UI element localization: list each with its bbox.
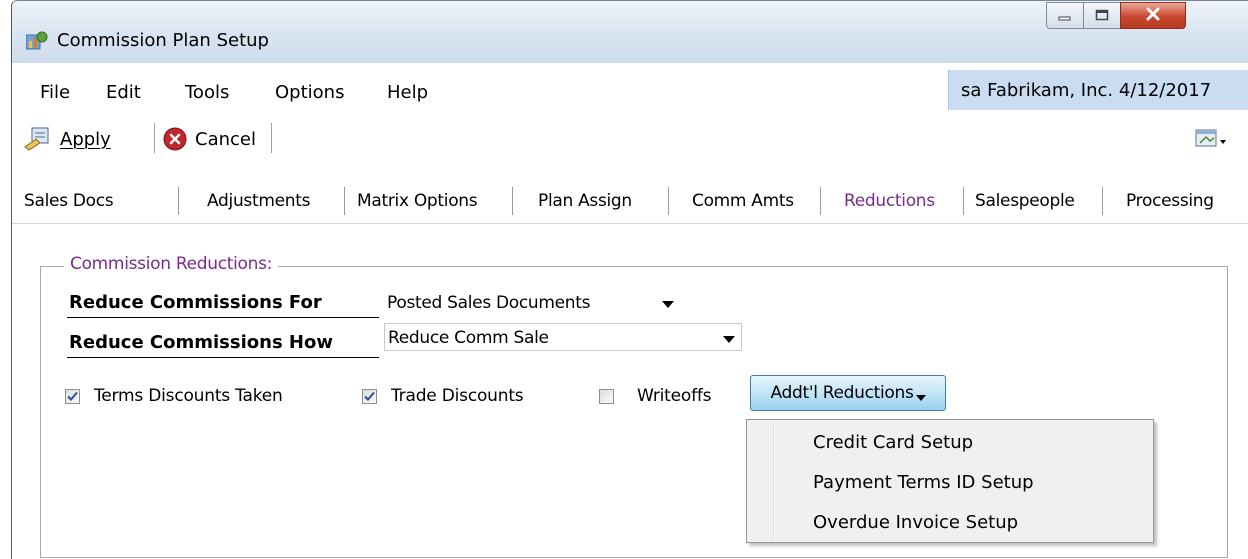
reduce-for-dropdown[interactable]: Posted Sales Documents bbox=[384, 289, 682, 317]
close-button[interactable] bbox=[1120, 2, 1186, 29]
minimize-icon bbox=[1058, 5, 1072, 26]
toolbar-separator bbox=[271, 123, 272, 153]
trade-discounts-checkbox[interactable]: Trade Discounts bbox=[362, 385, 524, 407]
tab-reductions[interactable]: Reductions bbox=[844, 191, 935, 211]
chevron-down-icon bbox=[662, 301, 674, 308]
reduce-how-value: Reduce Comm Sale bbox=[388, 328, 549, 348]
window-options-button[interactable] bbox=[1194, 125, 1228, 153]
chevron-down-icon bbox=[723, 336, 735, 343]
checkmark-icon bbox=[364, 391, 375, 401]
tab-separator bbox=[512, 187, 513, 215]
close-icon bbox=[1145, 5, 1161, 26]
menu-file[interactable]: File bbox=[40, 82, 70, 103]
trade-discounts-label: Trade Discounts bbox=[391, 386, 524, 406]
writeoffs-label: Writeoffs bbox=[637, 386, 712, 406]
reduce-how-dropdown[interactable]: Reduce Comm Sale bbox=[384, 323, 742, 351]
tab-sales-docs[interactable]: Sales Docs bbox=[24, 191, 114, 211]
menu-bar: File Edit Tools Options Help sa Fabrikam… bbox=[12, 63, 1248, 112]
checkbox-box[interactable] bbox=[362, 388, 377, 404]
maximize-icon bbox=[1095, 5, 1109, 26]
addtl-reductions-label: Addt'l Reductions bbox=[770, 383, 914, 403]
addtl-reductions-menu: Credit Card Setup Payment Terms ID Setup… bbox=[746, 419, 1154, 543]
reduce-how-label: Reduce Commissions How bbox=[69, 332, 333, 353]
tab-separator bbox=[820, 187, 821, 215]
checkbox-box[interactable] bbox=[65, 388, 80, 404]
toolbar: Apply Cancel bbox=[12, 111, 1248, 162]
toolbar-separator bbox=[154, 123, 155, 153]
menu-edit[interactable]: Edit bbox=[106, 82, 141, 103]
apply-button[interactable]: Apply bbox=[24, 125, 111, 153]
window-title: Commission Plan Setup bbox=[57, 30, 269, 51]
cancel-icon bbox=[163, 127, 187, 151]
title-bar[interactable]: Commission Plan Setup bbox=[12, 1, 1248, 63]
checkmark-icon bbox=[67, 391, 78, 401]
tab-adjustments[interactable]: Adjustments bbox=[207, 191, 310, 211]
reduce-for-value: Posted Sales Documents bbox=[387, 293, 591, 313]
maximize-button[interactable] bbox=[1083, 2, 1120, 29]
chevron-down-icon bbox=[915, 395, 926, 401]
menu-options[interactable]: Options bbox=[275, 82, 344, 103]
tab-processing[interactable]: Processing bbox=[1126, 191, 1214, 211]
tab-separator bbox=[668, 187, 669, 215]
commission-plan-window: Commission Plan Setup File Edit Tools Op… bbox=[11, 0, 1248, 559]
tab-separator bbox=[178, 187, 179, 215]
cancel-button[interactable]: Cancel bbox=[163, 125, 256, 153]
minimize-button[interactable] bbox=[1046, 2, 1083, 29]
menu-help[interactable]: Help bbox=[387, 82, 428, 103]
field-divider bbox=[67, 357, 379, 358]
tab-separator bbox=[344, 187, 345, 215]
menu-item-credit-card-setup[interactable]: Credit Card Setup bbox=[813, 432, 973, 453]
menu-item-overdue-invoice-setup[interactable]: Overdue Invoice Setup bbox=[813, 512, 1018, 533]
apply-label: Apply bbox=[60, 128, 111, 150]
writeoffs-checkbox[interactable]: Writeoffs bbox=[599, 385, 712, 407]
group-title: Commission Reductions: bbox=[64, 254, 279, 274]
tab-separator bbox=[963, 187, 964, 215]
menu-tools[interactable]: Tools bbox=[185, 82, 229, 103]
cancel-label: Cancel bbox=[195, 128, 256, 150]
user-company-date: sa Fabrikam, Inc. 4/12/2017 bbox=[948, 70, 1248, 110]
reduce-for-label: Reduce Commissions For bbox=[69, 292, 322, 313]
window-options-icon bbox=[1194, 127, 1228, 151]
addtl-reductions-button[interactable]: Addt'l Reductions bbox=[750, 375, 946, 411]
checkbox-box[interactable] bbox=[599, 388, 614, 404]
commission-plan-icon bbox=[25, 31, 48, 51]
menu-item-payment-terms-setup[interactable]: Payment Terms ID Setup bbox=[813, 472, 1034, 493]
terms-discounts-label: Terms Discounts Taken bbox=[94, 386, 283, 406]
tab-bar: Sales Docs Adjustments Matrix Options Pl… bbox=[12, 161, 1248, 224]
terms-discounts-checkbox[interactable]: Terms Discounts Taken bbox=[65, 385, 283, 407]
tab-matrix-options[interactable]: Matrix Options bbox=[357, 191, 478, 211]
field-divider bbox=[67, 317, 379, 318]
tab-separator bbox=[1102, 187, 1103, 215]
menu-gutter bbox=[773, 422, 775, 540]
apply-icon bbox=[24, 127, 50, 151]
tab-comm-amts[interactable]: Comm Amts bbox=[692, 191, 794, 211]
tab-salespeople[interactable]: Salespeople bbox=[975, 191, 1075, 211]
tab-plan-assign[interactable]: Plan Assign bbox=[538, 191, 632, 211]
